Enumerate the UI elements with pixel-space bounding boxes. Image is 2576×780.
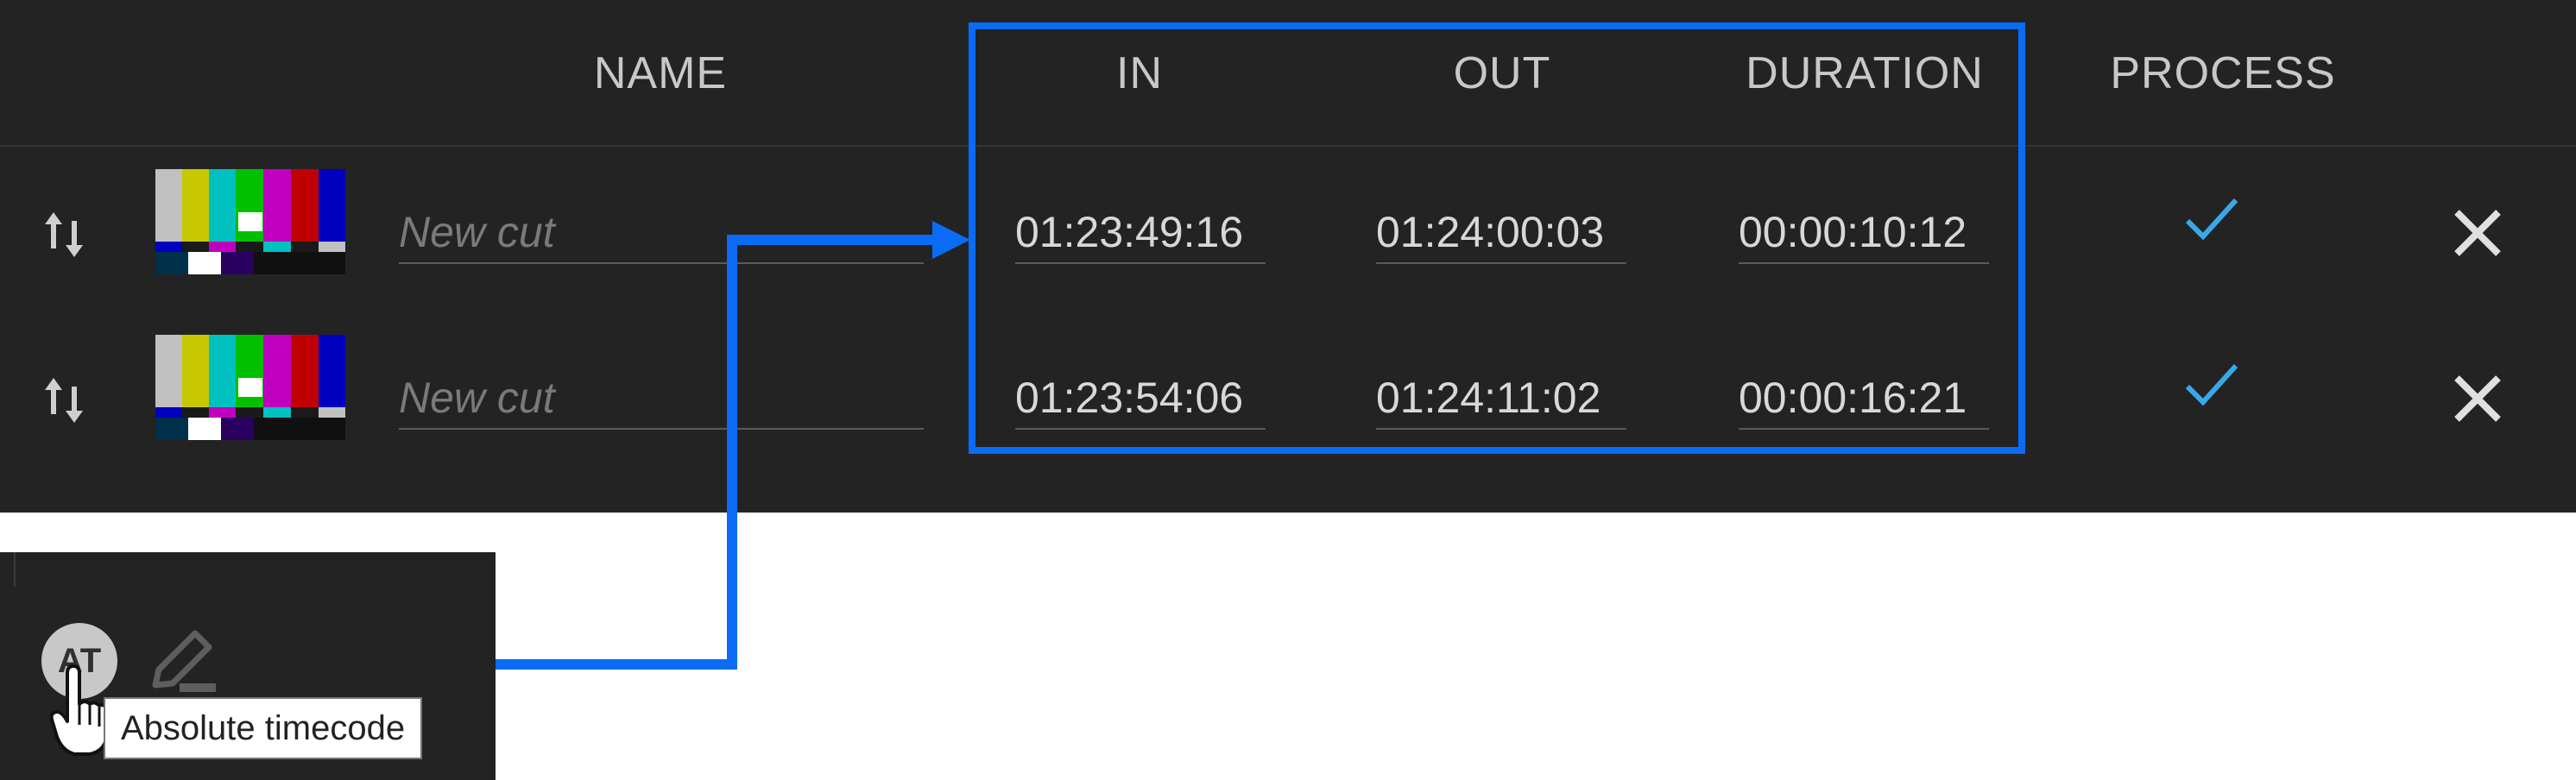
column-header-process[interactable]: PROCESS [2106, 43, 2339, 104]
column-header-out[interactable]: OUT [1433, 43, 1571, 104]
close-icon[interactable] [2452, 207, 2503, 259]
out-timecode-field[interactable]: 01:24:00:03 [1376, 202, 1626, 264]
swap-vertical-icon[interactable] [41, 209, 86, 261]
table-row: New cut 01:23:49:16 01:24:00:03 00:00:10… [0, 148, 2576, 312]
duration-timecode-field[interactable]: 00:00:10:12 [1739, 202, 1989, 264]
table-header: NAME IN OUT DURATION PROCESS [0, 0, 2576, 147]
divider [14, 552, 16, 587]
hand-pointer-icon [50, 664, 109, 756]
column-header-duration[interactable]: DURATION [1735, 43, 1994, 104]
column-header-name[interactable]: NAME [552, 43, 768, 104]
clip-thumbnail [155, 335, 345, 440]
check-icon[interactable] [2184, 361, 2239, 407]
column-header-in[interactable]: IN [1070, 43, 1209, 104]
duration-timecode-field[interactable]: 00:00:16:21 [1739, 368, 1989, 430]
in-timecode-field[interactable]: 01:23:54:06 [1015, 368, 1266, 430]
timecode-toolbar: AT Absolute timecode [0, 552, 496, 780]
check-icon[interactable] [2184, 195, 2239, 242]
table-row: New cut 01:23:54:06 01:24:11:02 00:00:16… [0, 314, 2576, 478]
swap-vertical-icon[interactable] [41, 374, 86, 426]
tooltip: Absolute timecode [104, 697, 423, 759]
cuts-panel: NAME IN OUT DURATION PROCESS New cut 01:… [0, 0, 2576, 513]
edit-pencil-icon[interactable] [145, 625, 223, 702]
cut-name-input[interactable]: New cut [399, 202, 924, 264]
clip-thumbnail [155, 169, 345, 274]
out-timecode-field[interactable]: 01:24:11:02 [1376, 368, 1626, 430]
in-timecode-field[interactable]: 01:23:49:16 [1015, 202, 1266, 264]
close-icon[interactable] [2452, 373, 2503, 425]
cut-name-input[interactable]: New cut [399, 368, 924, 430]
